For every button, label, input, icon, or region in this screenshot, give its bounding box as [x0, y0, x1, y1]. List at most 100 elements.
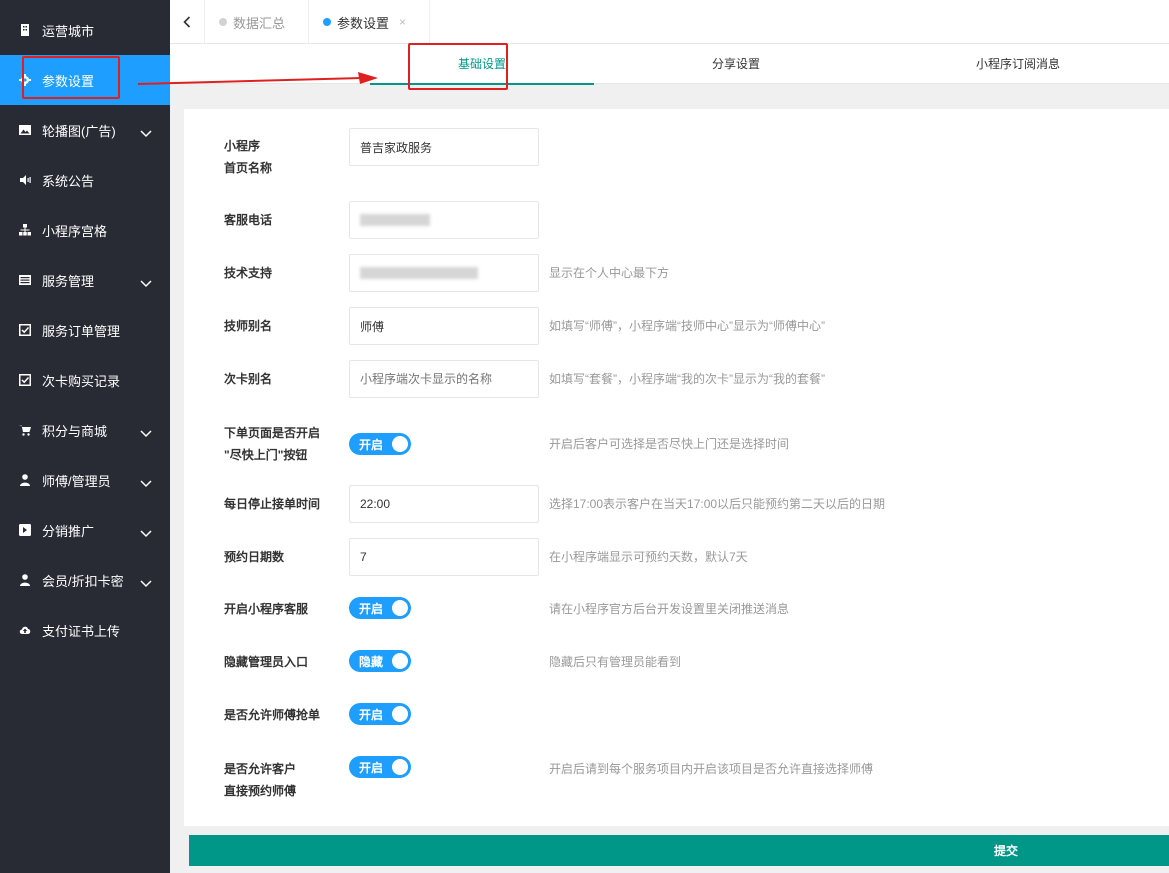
- sidebar-item-notice[interactable]: 系统公告: [0, 155, 170, 205]
- tab-params[interactable]: 参数设置 ×: [309, 0, 430, 44]
- toggle-text: 开启: [359, 601, 384, 616]
- sidebar-item-label: 次卡购买记录: [42, 373, 121, 389]
- annotation-highlight-subtab: [408, 43, 508, 90]
- tab-bar: 数据汇总 参数设置 ×: [170, 0, 1169, 44]
- sidebar-item-label: 分销推广: [42, 523, 95, 539]
- sidebar-item-label: 轮播图(广告): [42, 123, 116, 139]
- field-label: 每日停止接单时间: [224, 497, 321, 511]
- toggle-text: 开启: [359, 707, 384, 722]
- submit-label: 提交: [993, 844, 1018, 858]
- master-alias-input[interactable]: [349, 307, 539, 345]
- sidebar-item-mall[interactable]: 积分与商城: [0, 405, 170, 455]
- sidebar-item-label: 系统公告: [42, 173, 95, 189]
- field-label: 是否允许客户 直接预约师傅: [224, 758, 334, 802]
- field-label: 是否允许师傅抢单: [224, 708, 321, 722]
- field-hint: 请在小程序官方后台开发设置里关闭推送消息: [549, 602, 790, 616]
- sidebar-item-label: 小程序宫格: [42, 223, 108, 239]
- label-line: "尽快上门"按钮: [224, 448, 308, 462]
- settings-subtabs: 基础设置 分享设置 小程序订阅消息: [170, 44, 1169, 85]
- app-name-input[interactable]: [349, 128, 539, 166]
- chevron-left-icon: [183, 16, 191, 28]
- field-hint: 开启后请到每个服务项目内开启该项目是否允许直接选择师傅: [549, 762, 874, 776]
- toggle-text: 开启: [359, 437, 384, 452]
- checkbox-icon: [18, 323, 32, 337]
- tab-label: 参数设置: [337, 15, 390, 31]
- chevron-down-icon: [140, 576, 152, 591]
- sidebar-item-card-records[interactable]: 次卡购买记录: [0, 355, 170, 405]
- toggle-knob: [392, 653, 408, 669]
- field-hint: 在小程序端显示可预约天数，默认7天: [549, 550, 748, 564]
- toggle-text: 隐藏: [359, 654, 384, 669]
- sidebar-item-cert-upload[interactable]: 支付证书上传: [0, 605, 170, 655]
- field-label: 技师别名: [224, 319, 273, 333]
- sidebar-item-members[interactable]: 会员/折扣卡密: [0, 555, 170, 605]
- subtab-subscribe-message[interactable]: 小程序订阅消息: [906, 44, 1130, 84]
- chevron-down-icon: [140, 426, 152, 441]
- booking-days-input[interactable]: [349, 538, 539, 576]
- sidebar-item-banner[interactable]: 轮播图(广告): [0, 105, 170, 155]
- chevron-down-icon: [140, 276, 152, 291]
- sidebar-item-grid[interactable]: 小程序宫格: [0, 205, 170, 255]
- sidebar-item-label: 服务管理: [42, 273, 95, 289]
- quick-door-toggle[interactable]: 开启: [349, 433, 411, 455]
- redacted-value: [360, 267, 478, 279]
- user-tie-icon: [18, 473, 32, 487]
- sidebar-item-distribution[interactable]: 分销推广: [0, 505, 170, 555]
- sidebar-item-masters[interactable]: 师傅/管理员: [0, 455, 170, 505]
- list-icon: [18, 273, 32, 287]
- field-hint: 选择17:00表示客户在当天17:00以后只能预约第二天以后的日期: [549, 497, 886, 511]
- user-icon: [18, 573, 32, 587]
- tab-summary[interactable]: 数据汇总: [205, 0, 309, 44]
- sidebar-item-service[interactable]: 服务管理: [0, 255, 170, 305]
- chevron-down-icon: [140, 126, 152, 141]
- field-label: 开启小程序客服: [224, 602, 309, 616]
- service-phone-input[interactable]: [349, 201, 539, 239]
- submit-button[interactable]: 提交: [189, 835, 1169, 866]
- cart-icon: [18, 423, 32, 437]
- field-hint: 开启后客户可选择是否尽快上门还是选择时间: [549, 437, 790, 451]
- subtab-share-settings[interactable]: 分享设置: [624, 44, 848, 84]
- back-button[interactable]: [170, 0, 205, 44]
- building-icon: [18, 23, 32, 37]
- toggle-text: 开启: [359, 760, 384, 775]
- redacted-value: [360, 214, 430, 226]
- share-square-icon: [18, 523, 32, 537]
- chevron-down-icon: [140, 476, 152, 491]
- label-line: 直接预约师傅: [224, 784, 297, 798]
- sidebar-item-label: 支付证书上传: [42, 623, 121, 639]
- stop-time-input[interactable]: [349, 485, 539, 523]
- card-alias-input[interactable]: [349, 360, 539, 398]
- toggle-knob: [392, 600, 408, 616]
- settings-form: 小程序 首页名称 客服电话 技术支持 显示在个人中心最下方 技师别名 如填写“师…: [184, 109, 1169, 826]
- image-icon: [18, 123, 32, 137]
- sidebar: 运营城市 参数设置 轮播图(广告) 系统公告 小程序宫格 服务管理 服务订单管理…: [0, 0, 170, 873]
- sidebar-item-cities[interactable]: 运营城市: [0, 5, 170, 55]
- sidebar-item-label: 运营城市: [42, 23, 95, 39]
- field-label: 客服电话: [224, 213, 273, 227]
- annotation-highlight-sidebar: [22, 56, 120, 99]
- close-icon[interactable]: ×: [399, 15, 406, 29]
- field-hint: 如填写“师傅”，小程序端“技师中心”显示为“师傅中心”: [549, 319, 825, 333]
- sidebar-item-label: 积分与商城: [42, 423, 108, 439]
- sidebar-item-label: 服务订单管理: [42, 323, 121, 339]
- grab-order-toggle[interactable]: 开启: [349, 703, 411, 725]
- tab-label: 数据汇总: [233, 15, 286, 31]
- label-line: 小程序: [224, 139, 261, 153]
- field-label: 下单页面是否开启 "尽快上门"按钮: [224, 422, 354, 466]
- field-label: 隐藏管理员入口: [224, 655, 309, 669]
- sidebar-item-label: 会员/折扣卡密: [42, 573, 124, 589]
- checkbox-icon: [18, 373, 32, 387]
- field-hint: 如填写“套餐”，小程序端“我的次卡”显示为“我的套餐”: [549, 372, 825, 386]
- sitemap-icon: [18, 223, 32, 237]
- tab-status-dot: [219, 18, 227, 26]
- sidebar-item-orders[interactable]: 服务订单管理: [0, 305, 170, 355]
- hide-admin-toggle[interactable]: 隐藏: [349, 650, 411, 672]
- toggle-knob: [392, 436, 408, 452]
- tech-support-input[interactable]: [349, 254, 539, 292]
- cloud-upload-icon: [18, 623, 32, 637]
- toggle-knob: [392, 759, 408, 775]
- field-hint: 显示在个人中心最下方: [549, 266, 670, 280]
- direct-book-toggle[interactable]: 开启: [349, 756, 411, 778]
- customer-service-toggle[interactable]: 开启: [349, 597, 411, 619]
- tab-status-dot: [323, 18, 331, 26]
